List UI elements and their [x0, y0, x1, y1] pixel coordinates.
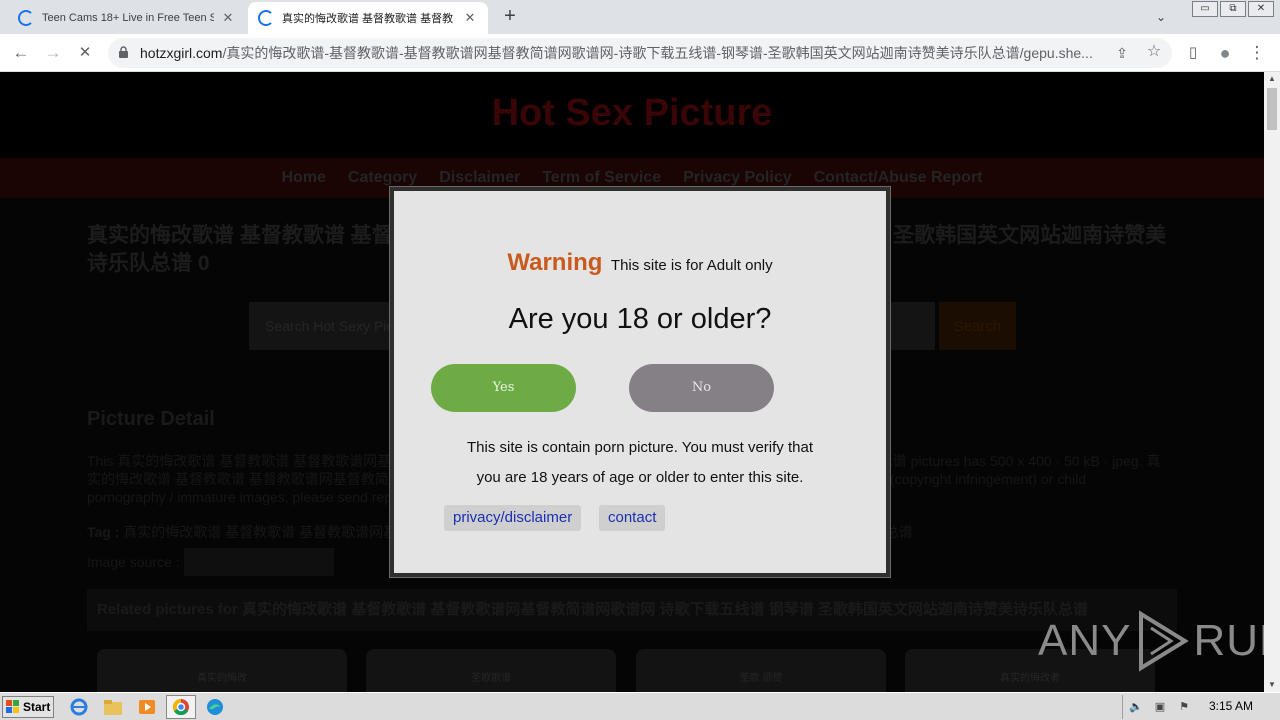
scroll-up-icon[interactable]: ▲ — [1264, 72, 1280, 86]
edge-icon[interactable] — [204, 697, 226, 717]
tab-close-icon[interactable]: ✕ — [462, 10, 478, 26]
scroll-thumb[interactable] — [1267, 88, 1277, 130]
url-path: /真实的悔改歌谱-基督教歌谱-基督教歌谱网基督教简谱网歌谱网-诗歌下载五线谱-钢… — [222, 45, 1093, 61]
loading-spinner-icon — [18, 10, 34, 26]
chrome-taskbar-button[interactable] — [166, 695, 196, 719]
start-label: Start — [23, 700, 51, 714]
taskbar-clock[interactable]: 3:15 AM — [1209, 699, 1253, 713]
loading-spinner-icon — [258, 10, 274, 26]
tab-close-icon[interactable]: ✕ — [220, 10, 236, 26]
nav-home[interactable]: Home — [281, 169, 325, 187]
tab-search-icon[interactable]: ⌄ — [1150, 6, 1172, 28]
address-bar[interactable]: hotzxgirl.com/真实的悔改歌谱-基督教歌谱-基督教歌谱网基督教简谱网… — [108, 38, 1172, 68]
tab-teen-cams[interactable]: Teen Cams 18+ Live in Free Teen Sex ✕ — [8, 2, 246, 34]
related-thumbnail[interactable]: 圣歌歌谱 — [366, 649, 616, 692]
play-triangle-icon — [1139, 610, 1190, 672]
close-window-button[interactable]: ✕ — [1248, 1, 1274, 17]
forward-arrow-icon[interactable]: → — [40, 40, 66, 66]
tab-title: 真实的悔改歌谱 基督教歌谱 基督教 — [282, 13, 454, 25]
internet-explorer-icon[interactable] — [68, 697, 90, 717]
tag-label: Tag : — [87, 524, 120, 540]
action-center-flag-icon[interactable]: ⚑ — [1177, 700, 1191, 714]
minimize-button[interactable]: ▭ — [1192, 1, 1218, 17]
no-button[interactable]: No — [629, 364, 774, 412]
scroll-down-icon[interactable]: ▼ — [1264, 678, 1280, 692]
url-host: hotzxgirl.com — [140, 45, 223, 61]
lock-icon[interactable] — [118, 46, 129, 58]
file-explorer-icon[interactable] — [102, 697, 124, 717]
anyrun-watermark: ANY RUN — [1038, 610, 1264, 672]
volume-icon[interactable]: 🔈 — [1129, 700, 1143, 714]
warning-word: Warning — [507, 249, 603, 276]
nav-privacy[interactable]: Privacy Policy — [683, 169, 792, 187]
tab-current[interactable]: 真实的悔改歌谱 基督教歌谱 基督教 ✕ — [248, 2, 488, 34]
network-icon[interactable]: ▣ — [1153, 700, 1167, 714]
start-button[interactable]: Start — [2, 696, 54, 718]
image-source-label: Image source : — [87, 554, 180, 570]
chrome-icon — [172, 698, 189, 716]
modal-body-text: This site is contain porn picture. You m… — [434, 433, 846, 493]
site-title[interactable]: Hot Sex Picture — [0, 92, 1264, 135]
web-page: Hot Sex Picture Home Category Disclaimer… — [0, 72, 1264, 692]
modal-body-line: This site is contain porn picture. You m… — [466, 439, 813, 456]
windows-flag-icon — [6, 700, 19, 713]
page-scrollbar[interactable]: ▲ ▼ — [1264, 72, 1280, 692]
new-tab-button[interactable]: + — [498, 5, 522, 29]
media-player-icon[interactable] — [136, 697, 158, 717]
watermark-right: RUN — [1193, 616, 1264, 665]
modal-body-line: you are 18 years of age or older to ente… — [476, 469, 804, 486]
section-title: Picture Detail — [87, 408, 215, 430]
related-thumbnail[interactable]: 真实的悔改 — [97, 649, 347, 692]
url-text[interactable]: hotzxgirl.com/真实的悔改歌谱-基督教歌谱-基督教歌谱网基督教简谱网… — [140, 38, 1108, 68]
nav-category[interactable]: Category — [348, 169, 417, 187]
related-pictures-title: Related pictures for 真实的悔改歌谱 基督教歌谱 基督教歌谱… — [87, 589, 1177, 631]
search-button[interactable]: Search — [939, 302, 1016, 350]
window-controls: ▭ ⧉ ✕ — [1190, 1, 1274, 17]
yes-button[interactable]: Yes — [431, 364, 576, 412]
share-icon[interactable]: ⇪ — [1112, 43, 1132, 63]
restore-button[interactable]: ⧉ — [1220, 1, 1246, 17]
watermark-left: ANY — [1038, 616, 1132, 665]
warning-text: This site is for Adult only — [610, 257, 773, 274]
back-arrow-icon[interactable]: ← — [8, 40, 34, 66]
profile-avatar-icon[interactable]: ● — [1212, 40, 1238, 66]
tab-strip: Teen Cams 18+ Live in Free Teen Sex ✕ 真实… — [0, 0, 1280, 34]
modal-warning: Warning This site is for Adult only — [394, 249, 886, 277]
system-tray: 🔈 ▣ ⚑ 3:15 AM — [1122, 695, 1278, 719]
stop-loading-icon[interactable]: ✕ — [72, 40, 98, 66]
nav-terms[interactable]: Term of Service — [542, 169, 661, 187]
related-thumbnail[interactable]: 圣歌 颂赞 — [636, 649, 886, 692]
side-panel-icon[interactable]: ▯ — [1180, 40, 1206, 66]
nav-disclaimer[interactable]: Disclaimer — [439, 169, 520, 187]
privacy-disclaimer-link[interactable]: privacy/disclaimer — [444, 505, 582, 531]
age-verification-modal: Warning This site is for Adult only Are … — [390, 187, 890, 577]
windows-taskbar: Start 🔈 ▣ ⚑ 3:15 AM — [0, 692, 1280, 720]
image-source-link[interactable] — [184, 548, 334, 576]
menu-kebab-icon[interactable]: ⋮ — [1244, 40, 1270, 66]
bookmark-star-icon[interactable]: ☆ — [1144, 42, 1164, 62]
tab-title: Teen Cams 18+ Live in Free Teen Sex — [42, 12, 214, 24]
site-header: Hot Sex Picture — [0, 72, 1264, 158]
browser-toolbar: ← → ✕ hotzxgirl.com/真实的悔改歌谱-基督教歌谱-基督教歌谱网… — [0, 34, 1280, 72]
contact-link[interactable]: contact — [599, 505, 666, 531]
nav-contact[interactable]: Contact/Abuse Report — [814, 169, 983, 187]
age-question: Are you 18 or older? — [508, 303, 772, 335]
